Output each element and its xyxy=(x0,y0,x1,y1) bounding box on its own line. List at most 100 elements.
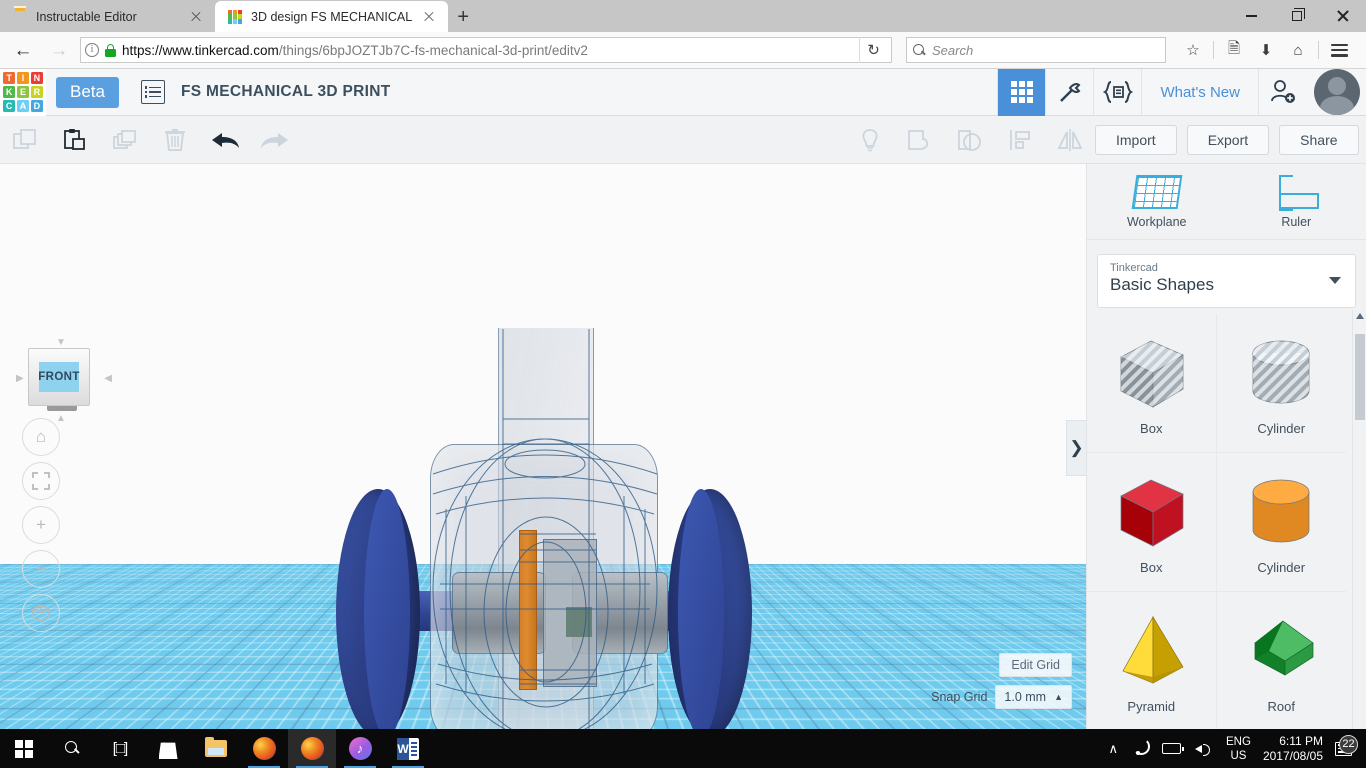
start-button[interactable] xyxy=(0,729,48,768)
edit-grid-button[interactable]: Edit Grid xyxy=(999,653,1072,677)
view-up-arrow-icon[interactable]: ▼ xyxy=(56,338,66,348)
logo-letter-d: D xyxy=(30,99,43,112)
address-bar[interactable]: i https://www.tinkercad.com/things/6bpJO… xyxy=(80,37,892,63)
collapse-panel-button[interactable]: ❯ xyxy=(1066,420,1086,476)
reload-button[interactable]: ↻ xyxy=(859,37,887,63)
shape-item-box-0[interactable]: Box xyxy=(1087,314,1217,453)
align-tools-group xyxy=(995,116,1095,164)
shape-item-roof-5[interactable]: Roof xyxy=(1216,592,1346,731)
avatar[interactable] xyxy=(1314,68,1360,115)
battery-status-button[interactable] xyxy=(1155,743,1188,754)
workplane-tool[interactable]: Workplane xyxy=(1087,164,1227,239)
menu-icon[interactable] xyxy=(1324,35,1354,65)
notification-center-button[interactable]: 22 xyxy=(1333,734,1362,756)
firefox-window-2-button[interactable] xyxy=(288,729,336,768)
info-icon[interactable]: i xyxy=(85,43,99,57)
share-button[interactable]: Share xyxy=(1279,124,1359,155)
new-tab-button[interactable]: + xyxy=(448,2,478,32)
shape-library-dropdown[interactable]: Tinkercad Basic Shapes xyxy=(1097,254,1356,308)
microsoft-store-button[interactable] xyxy=(144,729,192,768)
codeblocks-glyph xyxy=(1102,81,1133,103)
close-tab-icon[interactable] xyxy=(187,8,205,26)
import-button[interactable]: Import xyxy=(1095,124,1177,155)
zoom-out-button[interactable]: − xyxy=(22,550,60,588)
copy-button[interactable] xyxy=(0,116,50,164)
trash-icon xyxy=(165,128,185,151)
wifi-status-button[interactable] xyxy=(1125,742,1155,755)
shape-label: Box xyxy=(1140,420,1163,436)
browser-search-box[interactable]: Search xyxy=(906,37,1166,63)
panel-scrollbar[interactable] xyxy=(1352,310,1366,729)
duplicate-icon xyxy=(113,129,136,149)
view-down-arrow-icon[interactable]: ▲ xyxy=(56,414,66,424)
3d-viewport[interactable]: ▼ ▲ ▶ ◀ FRONT ⌂ + − Edit Grid Snap Grid … xyxy=(0,164,1086,729)
whats-new-link[interactable]: What's New xyxy=(1141,68,1258,116)
shape-item-box-2[interactable]: Box xyxy=(1087,453,1217,592)
maximize-button[interactable] xyxy=(1274,0,1320,32)
task-view-button[interactable]: [□] xyxy=(96,729,144,768)
snap-grid-dropdown[interactable]: 1.0 mm ▲ xyxy=(995,685,1072,709)
view-cube-label: FRONT xyxy=(38,362,79,392)
hammer-icon[interactable] xyxy=(1045,68,1093,116)
mirror-button[interactable] xyxy=(1045,116,1095,164)
browser-tab-instructable[interactable]: Instructable Editor xyxy=(0,2,215,32)
ruler-tool[interactable]: Ruler xyxy=(1227,164,1366,239)
show-hidden-icons-button[interactable]: ∧ xyxy=(1102,741,1126,757)
downloads-icon[interactable]: ⬇ xyxy=(1251,35,1281,65)
scroll-up-icon[interactable] xyxy=(1356,313,1364,319)
microsoft-word-button[interactable]: W xyxy=(384,729,432,768)
paste-button[interactable] xyxy=(50,116,100,164)
scrollbar-thumb[interactable] xyxy=(1355,334,1365,420)
3d-model[interactable] xyxy=(0,164,1086,729)
bookmark-star-icon[interactable]: ☆ xyxy=(1178,35,1208,65)
chevron-up-icon: ▲ xyxy=(1054,692,1063,702)
export-button[interactable]: Export xyxy=(1186,124,1270,155)
taskbar-search-button[interactable] xyxy=(48,729,96,768)
perspective-toggle-button[interactable] xyxy=(22,594,60,632)
group-button[interactable] xyxy=(895,116,945,164)
clock[interactable]: 6:11 PM 2017/08/05 xyxy=(1259,734,1333,764)
hint-button[interactable] xyxy=(845,116,895,164)
back-button[interactable]: ← xyxy=(8,35,38,65)
page-title: FS MECHANICAL 3D PRINT xyxy=(180,83,391,100)
view-right-arrow-icon[interactable]: ◀ xyxy=(104,374,112,384)
designs-grid-icon[interactable] xyxy=(997,68,1046,116)
group-icon xyxy=(908,129,929,150)
undo-button[interactable] xyxy=(200,116,250,164)
project-list-icon[interactable] xyxy=(140,80,165,104)
delete-button[interactable] xyxy=(150,116,200,164)
shape-tools-group xyxy=(845,116,995,164)
close-button[interactable] xyxy=(1320,0,1366,32)
shape-item-cylinder-1[interactable]: Cylinder xyxy=(1216,314,1346,453)
store-icon xyxy=(158,742,178,759)
library-icon[interactable]: 🗎 xyxy=(1219,35,1249,65)
redo-button[interactable] xyxy=(250,116,300,164)
codeblocks-icon[interactable] xyxy=(1093,68,1141,116)
align-button[interactable] xyxy=(995,116,1045,164)
view-left-arrow-icon[interactable]: ▶ xyxy=(16,374,24,384)
shape-item-cylinder-3[interactable]: Cylinder xyxy=(1216,453,1346,592)
home-icon[interactable]: ⌂ xyxy=(1283,35,1313,65)
view-cube-face[interactable]: FRONT xyxy=(28,348,90,406)
file-explorer-button[interactable] xyxy=(192,729,240,768)
home-view-button[interactable]: ⌂ xyxy=(22,418,60,456)
language-indicator[interactable]: ENG US xyxy=(1218,735,1259,763)
fit-to-view-button[interactable] xyxy=(22,462,60,500)
browser-tab-tinkercad[interactable]: 3D design FS MECHANICAL xyxy=(215,1,449,32)
forward-button[interactable]: → xyxy=(44,35,74,65)
close-tab-icon[interactable] xyxy=(420,8,438,26)
tinkercad-logo[interactable]: TIN KER CAD xyxy=(0,68,46,116)
itunes-button[interactable]: ♪ xyxy=(336,729,384,768)
add-user-icon[interactable] xyxy=(1258,68,1306,116)
toolbar-actions: Import Export Share xyxy=(1095,124,1366,155)
duplicate-button[interactable] xyxy=(100,116,150,164)
view-cube[interactable]: ▼ ▲ ▶ ◀ FRONT xyxy=(16,338,112,424)
app-header: TINKERCAD Beta FS MECHANICAL 3D PRINT Wh… xyxy=(0,68,1366,116)
volume-button[interactable] xyxy=(1188,742,1218,756)
shape-item-pyramid-4[interactable]: Pyramid xyxy=(1087,592,1217,731)
firefox-window-1-button[interactable] xyxy=(240,729,288,768)
ungroup-button[interactable] xyxy=(945,116,995,164)
zoom-in-button[interactable]: + xyxy=(22,506,60,544)
back-icon: ← xyxy=(13,39,33,61)
minimize-button[interactable] xyxy=(1228,0,1274,32)
